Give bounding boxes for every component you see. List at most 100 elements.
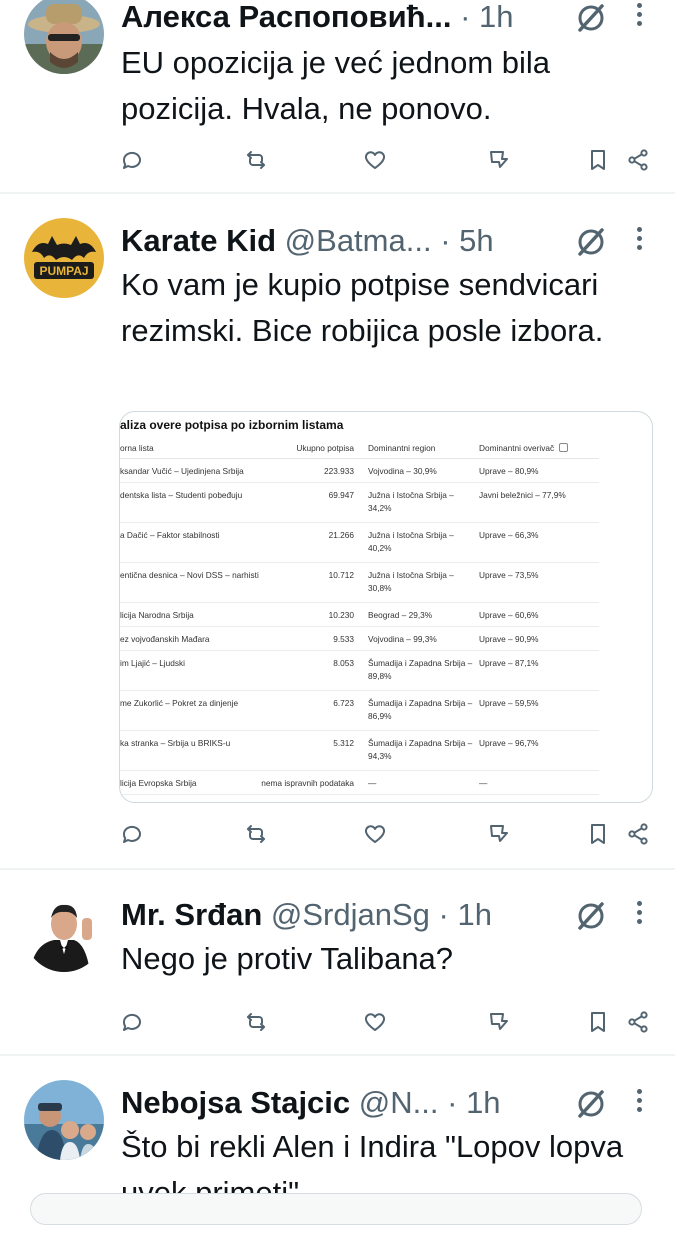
table-header-row: orna lista Ukupno potpisa Dominantni reg… [120,438,599,459]
bookmark-icon[interactable] [578,1002,618,1042]
table-cell: 10.712 [260,562,368,603]
table-row: licija Evropska Srbija nema ispravnih pod… [120,770,599,795]
like-icon[interactable] [355,140,395,180]
avatar[interactable] [24,892,104,972]
table-cell: — [368,770,479,795]
tweet-time[interactable]: 5h [459,223,493,258]
tweet-actions [0,814,675,854]
table-cell: Uprave – 66,3% [479,522,599,563]
like-icon[interactable] [355,814,395,854]
grok-icon[interactable] [575,226,607,258]
table-cell: Šumadija i Zapadna Srbija – 94,3% [368,730,479,771]
tweet-time[interactable]: 1h [479,0,513,34]
more-icon[interactable] [635,1086,643,1120]
tweet-actions [0,1002,675,1042]
table-cell: ksandar Vučić – Ujedinjena Srbija [120,458,260,483]
separator-dot: · [460,0,471,34]
separator-dot: · [438,897,449,932]
table-cell: Južna i Istočna Srbija – 34,2% [368,482,479,523]
table-cell: — [479,770,599,795]
avatar[interactable]: PUMPAJ [24,218,104,298]
avatar-pumpaj-text: PUMPAJ [39,264,88,278]
table-cell: im Ljajić – Ljudski [120,650,260,691]
grok-icon[interactable] [575,2,607,34]
views-icon[interactable] [478,814,518,854]
table-cell: Javni beležnici – 77,9% [479,482,599,523]
tweet-text: Ko vam je kupio potpise sendvicari rezim… [121,267,604,348]
author-handle[interactable]: @SrdjanSg [271,897,430,932]
table-cell: Južna i Istočna Srbija – 40,2% [368,522,479,563]
tweet[interactable]: Алекса Распоповић... · 1h EU opozicija j… [0,0,675,194]
grok-icon[interactable] [575,900,607,932]
repost-icon[interactable] [236,814,276,854]
table-cell: nema ispravnih podataka [260,770,368,795]
table-cell: dentska lista – Studenti pobeđuju [120,482,260,523]
more-icon[interactable] [635,898,643,932]
views-icon[interactable] [478,1002,518,1042]
reply-compose-bar[interactable] [30,1193,642,1225]
avatar[interactable] [24,1080,104,1160]
table-cell: Uprave – 59,5% [479,690,599,731]
grok-icon[interactable] [575,1088,607,1120]
table-row: ka stranka – Srbija u BRIKS-u 5.312 Šumadi… [120,730,599,771]
reply-icon[interactable] [112,140,152,180]
repost-icon[interactable] [236,140,276,180]
separator-dot: · [440,223,451,258]
table-cell: 8.053 [260,650,368,691]
tweet-actions [0,140,675,180]
table-cell: ez vojvođanskih Mađara [120,626,260,651]
more-icon[interactable] [635,224,643,258]
share-icon[interactable] [618,140,658,180]
share-icon[interactable] [618,1002,658,1042]
col-header: Dominantni overivač [479,438,599,459]
separator-dot: · [447,1085,458,1120]
table-cell: 10.230 [260,602,368,627]
table-cell: Uprave – 87,1% [479,650,599,691]
table-title: aliza overe potpisa po izbornim listama [120,418,344,432]
col-header: Ukupno potpisa [260,438,368,459]
author-handle[interactable]: @N... [359,1085,439,1120]
table-row: ez vojvođanskih Mađara 9.533 Vojvodina – 9… [120,626,599,651]
bookmark-icon[interactable] [578,814,618,854]
reply-icon[interactable] [112,1002,152,1042]
tweet[interactable]: PUMPAJ Karate Kid @Batma... · 5h Ko vam … [0,194,675,870]
author-name[interactable]: Mr. Srđan [121,897,262,932]
table-cell: 21.266 [260,522,368,563]
signature-table: orna lista Ukupno potpisa Dominantni reg… [120,438,599,795]
table-cell: a Dačić – Faktor stabilnosti [120,522,260,563]
copy-icon [559,443,569,452]
tweet-time[interactable]: 1h [457,897,491,932]
reply-icon[interactable] [112,814,152,854]
views-icon[interactable] [478,140,518,180]
tweet[interactable]: Mr. Srđan @SrdjanSg · 1h Nego je protiv … [0,870,675,1056]
table-cell: Šumadija i Zapadna Srbija – 86,9% [368,690,479,731]
table-cell: 9.533 [260,626,368,651]
author-name[interactable]: Nebojsa Stajcic [121,1085,350,1120]
attached-image[interactable]: aliza overe potpisa po izbornim listama … [119,411,653,803]
table-row: ksandar Vučić – Ujedinjena Srbija 223.933… [120,458,599,483]
tweet-time[interactable]: 1h [466,1085,500,1120]
table-cell: Vojvodina – 30,9% [368,458,479,483]
table-row: dentska lista – Studenti pobeđuju 69.947 J… [120,482,599,523]
table-cell: Uprave – 60,6% [479,602,599,627]
table-cell: me Zukorlić – Pokret za dinjenje [120,690,260,731]
table-row: im Ljajić – Ljudski 8.053 Šumadija i Zapad… [120,650,599,691]
tweet-text: EU opozicija je već jednom bila pozicija… [121,45,551,126]
tweet[interactable]: Nebojsa Stajcic @N... · 1h Što bi rekli … [0,1056,675,1256]
bookmark-icon[interactable] [578,140,618,180]
more-icon[interactable] [635,0,643,34]
like-icon[interactable] [355,1002,395,1042]
col-header: Dominantni region [368,438,479,459]
author-name[interactable]: Алекса Распоповић... [121,0,451,34]
table-cell: Uprave – 90,9% [479,626,599,651]
share-icon[interactable] [618,814,658,854]
table-cell: licija Evropska Srbija [120,770,260,795]
table-cell: 69.947 [260,482,368,523]
table-cell: entična desnica – Novi DSS – narhisti [120,562,260,603]
author-name[interactable]: Karate Kid [121,223,276,258]
repost-icon[interactable] [236,1002,276,1042]
author-handle[interactable]: @Batma... [285,223,432,258]
table-cell: Južna i Istočna Srbija – 30,8% [368,562,479,603]
avatar[interactable] [24,0,104,74]
table-cell: 6.723 [260,690,368,731]
